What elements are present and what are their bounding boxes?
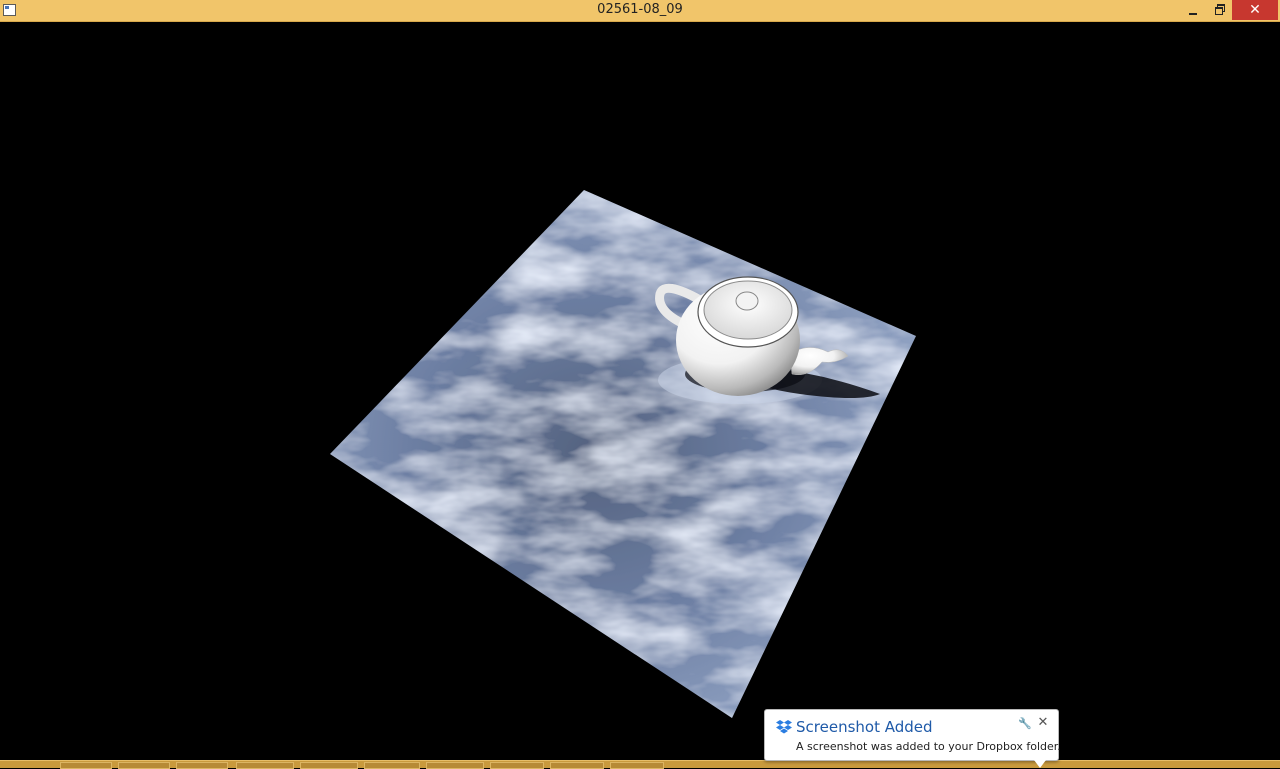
notification-title: Screenshot Added [796,718,933,736]
teapot-lid-knob [735,291,759,311]
scene-canvas [330,190,916,718]
close-button[interactable]: ✕ [1232,0,1278,20]
close-icon: ✕ [1249,2,1261,18]
app-window: 02561-08_09 ✕ Screenshot Added A screens… [0,0,1280,769]
notification-pointer [1034,760,1046,768]
window-title: 02561-08_09 [597,2,683,17]
restore-button[interactable] [1206,0,1232,20]
minimize-icon [1189,13,1197,15]
wrench-icon[interactable]: 🔧 [1018,717,1032,731]
dropbox-notification[interactable]: Screenshot Added A screenshot was added … [764,709,1061,761]
notification-close-icon[interactable]: ✕ [1036,716,1050,730]
notification-message: A screenshot was added to your Dropbox f… [796,740,1061,753]
minimize-button[interactable] [1180,0,1206,20]
dropbox-icon [776,720,792,734]
taskbar [0,760,1280,769]
title-bar[interactable]: 02561-08_09 ✕ [0,0,1280,22]
render-viewport[interactable] [0,22,1280,760]
restore-icon [1214,4,1225,15]
marble-floor-plane [330,190,916,718]
